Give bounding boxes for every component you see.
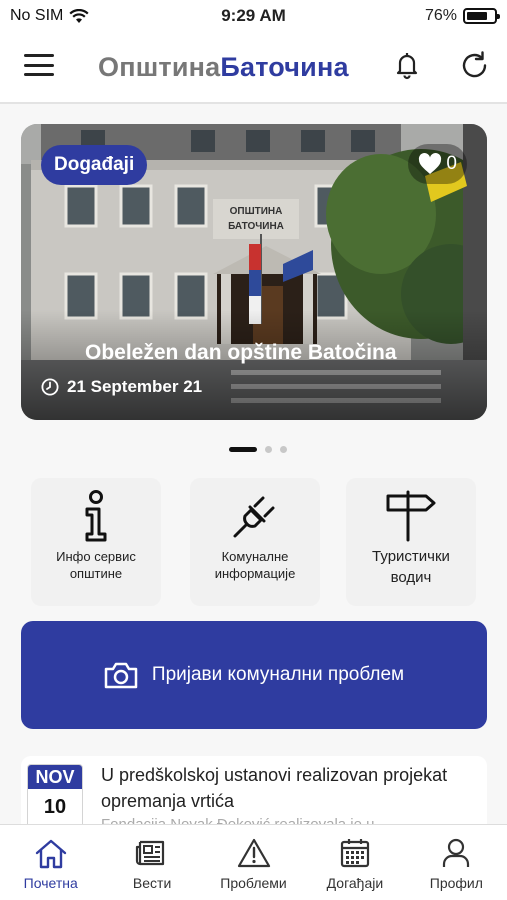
bottom-tab-bar: Почетна Вести Проблеми Догађаји Профил: [0, 824, 507, 900]
heart-icon: [419, 153, 442, 174]
quick-link-label: Комуналне информације: [214, 549, 296, 581]
notifications-button[interactable]: [392, 50, 422, 80]
newspaper-icon: [136, 840, 165, 866]
tab-problems[interactable]: Проблеми: [203, 825, 304, 900]
home-icon: [35, 839, 66, 869]
tab-profile[interactable]: Профил: [406, 825, 507, 900]
category-badge[interactable]: Događaji: [41, 145, 148, 185]
carousel-pagination: [229, 446, 287, 453]
photo-sign-text: ОПШТИНА: [230, 206, 283, 217]
carousel-dot-2[interactable]: [265, 446, 272, 453]
hamburger-icon: [24, 54, 54, 57]
battery-fill: [467, 12, 487, 20]
info-icon: [85, 490, 107, 542]
battery-indicator: 76%: [424, 7, 500, 25]
news-month: NOV: [28, 765, 82, 789]
quick-link-info-service[interactable]: Инфо сервис општине: [31, 478, 161, 606]
app-title: ОпштинаБаточина: [98, 52, 349, 83]
quick-link-label: Инфо сервис општине: [56, 549, 136, 581]
report-problem-button[interactable]: Пријави комунални проблем: [21, 621, 487, 729]
calendar-icon: [340, 839, 370, 868]
plug-icon: [233, 496, 275, 538]
tab-label: Вести: [132, 875, 172, 891]
tab-label: Почетна: [23, 875, 78, 891]
refresh-icon: [462, 51, 487, 78]
tab-home[interactable]: Почетна: [0, 825, 101, 900]
tab-label: Проблеми: [220, 875, 287, 891]
menu-button[interactable]: [24, 52, 54, 78]
clock-icon: [41, 378, 59, 396]
user-icon: [443, 838, 470, 867]
signpost-icon: [386, 490, 436, 542]
report-problem-label: Пријави комунални проблем: [151, 664, 405, 685]
status-bar: No SIM 9:29 AM 76%: [0, 0, 507, 32]
tab-events[interactable]: Догађаји: [304, 825, 405, 900]
app-header: ОпштинаБаточина: [0, 32, 507, 104]
tab-label: Профил: [429, 875, 483, 891]
quick-link-label: Туристички водич: [372, 548, 450, 586]
featured-event-card[interactable]: ОПШТИНА БАТОЧИНА Događaji 0 Obeležen dan…: [21, 124, 487, 420]
event-date: 21 September 21: [41, 377, 202, 397]
app-title-part1: Општина: [98, 52, 221, 82]
carousel-dot-3[interactable]: [280, 446, 287, 453]
warning-icon: [237, 838, 270, 868]
news-date-badge: NOV 10: [27, 764, 83, 828]
carousel-dot-1[interactable]: [229, 447, 257, 452]
camera-icon: [104, 662, 138, 689]
like-count: 0: [446, 153, 457, 174]
battery-percent: 76%: [424, 7, 457, 24]
news-title: U predškolskoj ustanovi realizovan proje…: [101, 765, 448, 811]
event-title: Obeležen dan opštine Batočina: [85, 341, 397, 364]
tab-label: Догађаји: [326, 875, 384, 891]
event-date-text: 21 September 21: [67, 377, 203, 396]
quick-link-tourist-guide[interactable]: Туристички водич: [346, 478, 476, 606]
photo-sign-text-2: БАТОЧИНА: [228, 221, 284, 232]
tab-news[interactable]: Вести: [101, 825, 202, 900]
quick-link-utility-info[interactable]: Комуналне информације: [190, 478, 320, 606]
battery-icon: [463, 8, 500, 24]
bell-icon: [396, 53, 418, 80]
news-day: 10: [43, 796, 67, 818]
like-button[interactable]: 0: [408, 144, 467, 184]
refresh-button[interactable]: [459, 50, 490, 81]
card-gradient: [21, 310, 487, 420]
app-title-part2: Баточина: [220, 52, 349, 82]
